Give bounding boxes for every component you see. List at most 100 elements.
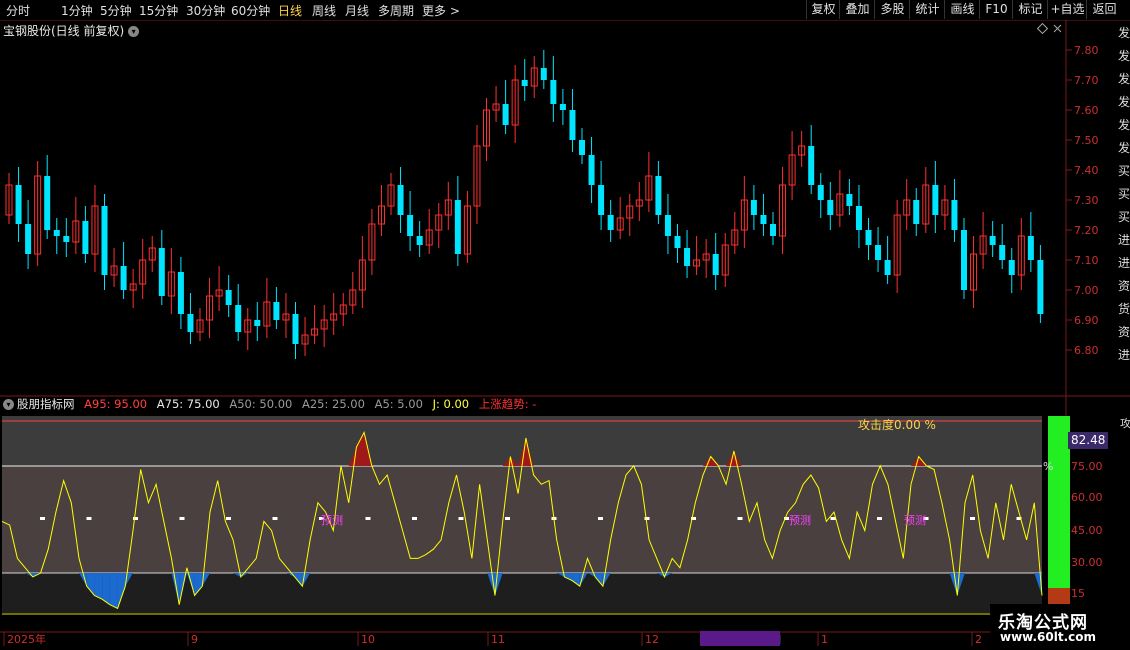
candle-body	[674, 236, 681, 248]
period-tab-more[interactable]: 更多 >	[422, 2, 460, 19]
candle-body	[330, 313, 338, 321]
period-tab-1min[interactable]: 1分钟	[61, 2, 93, 19]
candle-body	[101, 206, 108, 275]
midline-dot	[830, 517, 836, 520]
candle-body	[979, 235, 987, 255]
candle-body	[158, 248, 165, 296]
candle-body	[368, 223, 376, 261]
candle-body	[148, 247, 156, 261]
diamond-icon[interactable]	[1036, 22, 1049, 35]
candle-body	[72, 220, 80, 243]
candle-body	[961, 230, 967, 290]
period-tab-30min[interactable]: 30分钟	[186, 2, 225, 19]
midline-dot	[598, 517, 603, 520]
multi-stock-button[interactable]: 多股	[874, 0, 910, 19]
period-tab-monthly[interactable]: 月线	[345, 2, 369, 19]
back-button[interactable]: 返回	[1086, 0, 1122, 19]
f10-button[interactable]: F10	[979, 0, 1013, 19]
midline-dot	[877, 517, 882, 520]
oversold-fill	[1034, 573, 1042, 596]
candle-body	[492, 103, 500, 111]
overbought-fill	[733, 450, 742, 466]
candle-body	[82, 221, 89, 254]
midline-dot	[412, 517, 417, 520]
mark-button[interactable]: 标记	[1012, 0, 1048, 19]
candle-body	[731, 229, 739, 246]
chevron-down-icon[interactable]: ▾	[3, 399, 14, 410]
candle-body	[521, 80, 528, 86]
side-signal-char: 买	[1118, 164, 1130, 178]
candlestick-series	[5, 50, 1044, 359]
candle-body	[989, 236, 996, 245]
oversold-fill	[94, 573, 103, 600]
watermark-url: www.60lt.com	[1000, 630, 1097, 644]
stock-title-text: 宝钢股份(日线 前复权)	[3, 24, 125, 38]
oversold-fill	[109, 573, 118, 609]
param-a95: A95: 95.00	[84, 397, 148, 411]
candle-body	[569, 110, 576, 140]
midline-dot	[737, 517, 743, 520]
period-tab-60min[interactable]: 60分钟	[231, 2, 270, 19]
period-tab-5min[interactable]: 5分钟	[100, 2, 132, 19]
price-label: 7.10	[1074, 254, 1099, 267]
period-tab-daily[interactable]: 日线	[278, 2, 302, 19]
oversold-fill	[949, 573, 958, 596]
fuquan-button[interactable]: 复权	[806, 0, 840, 19]
candle-body	[922, 184, 930, 225]
candle-body	[196, 319, 204, 333]
side-signal-char: 发	[1118, 72, 1130, 86]
midline-dot	[272, 517, 278, 520]
candle-body	[120, 266, 127, 290]
midline-dot	[551, 517, 557, 520]
period-tab-multi[interactable]: 多周期	[378, 2, 414, 19]
signal-label: 预测	[904, 514, 926, 527]
candle-body	[760, 215, 767, 224]
side-signal-char: 进	[1118, 256, 1130, 270]
midline-dot	[505, 517, 510, 520]
side-signal-column: 发发发发发发买买买进进资货资进	[1118, 22, 1130, 367]
oversold-fill	[656, 573, 665, 577]
close-icon[interactable]	[1053, 24, 1062, 33]
chevron-down-icon[interactable]: ▾	[128, 26, 140, 37]
price-label: 7.40	[1074, 164, 1099, 177]
candle-body	[377, 205, 385, 225]
candle-body	[454, 200, 461, 254]
candle-body	[999, 245, 1006, 260]
candle-body	[53, 230, 60, 236]
candle-body	[339, 304, 347, 315]
chart-canvas: 7.80 7.70 7.60 7.50 7.40 7.30 7.20 7.10 7.00 6.90…	[0, 20, 1130, 646]
draw-line-button[interactable]: 画线	[944, 0, 980, 19]
oversold-fill	[86, 573, 95, 596]
period-tab-15min[interactable]: 15分钟	[139, 2, 178, 19]
param-a75: A75: 75.00	[156, 397, 220, 411]
period-tab-fenshi[interactable]: 分时	[6, 2, 30, 19]
overbought-fill	[502, 456, 511, 466]
candle-body	[282, 313, 290, 321]
candle-body	[684, 248, 691, 266]
candle-body	[635, 199, 643, 207]
candle-body	[225, 290, 232, 305]
add-favorite-button[interactable]: +自选	[1047, 0, 1087, 19]
statistics-button[interactable]: 统计	[909, 0, 945, 19]
overbought-fill	[356, 432, 365, 466]
price-label: 7.30	[1074, 194, 1099, 207]
side-signal-char: 买	[1118, 187, 1130, 201]
overbought-fill	[525, 437, 534, 466]
period-tab-weekly[interactable]: 周线	[312, 2, 336, 19]
oversold-fill	[957, 573, 965, 596]
candle-body	[712, 254, 719, 275]
price-label: 6.90	[1074, 314, 1099, 327]
oversold-fill	[302, 573, 311, 587]
indicator-axis-label: 60.00	[1071, 491, 1103, 504]
candle-body	[463, 205, 471, 255]
candle-body	[598, 185, 605, 215]
overlay-button[interactable]: 叠加	[839, 0, 875, 19]
candle-body	[788, 154, 796, 186]
oversold-fill	[587, 573, 596, 577]
param-uptrend: 上涨趋势: -	[478, 397, 537, 411]
candle-body	[177, 272, 184, 314]
oversold-fill	[125, 573, 133, 587]
period-toolbar: 分时 1分钟 5分钟 15分钟 30分钟 60分钟 日线 周线 月线 多周期 更…	[0, 0, 1130, 21]
candle-body	[817, 185, 824, 200]
oversold-fill	[32, 573, 41, 577]
